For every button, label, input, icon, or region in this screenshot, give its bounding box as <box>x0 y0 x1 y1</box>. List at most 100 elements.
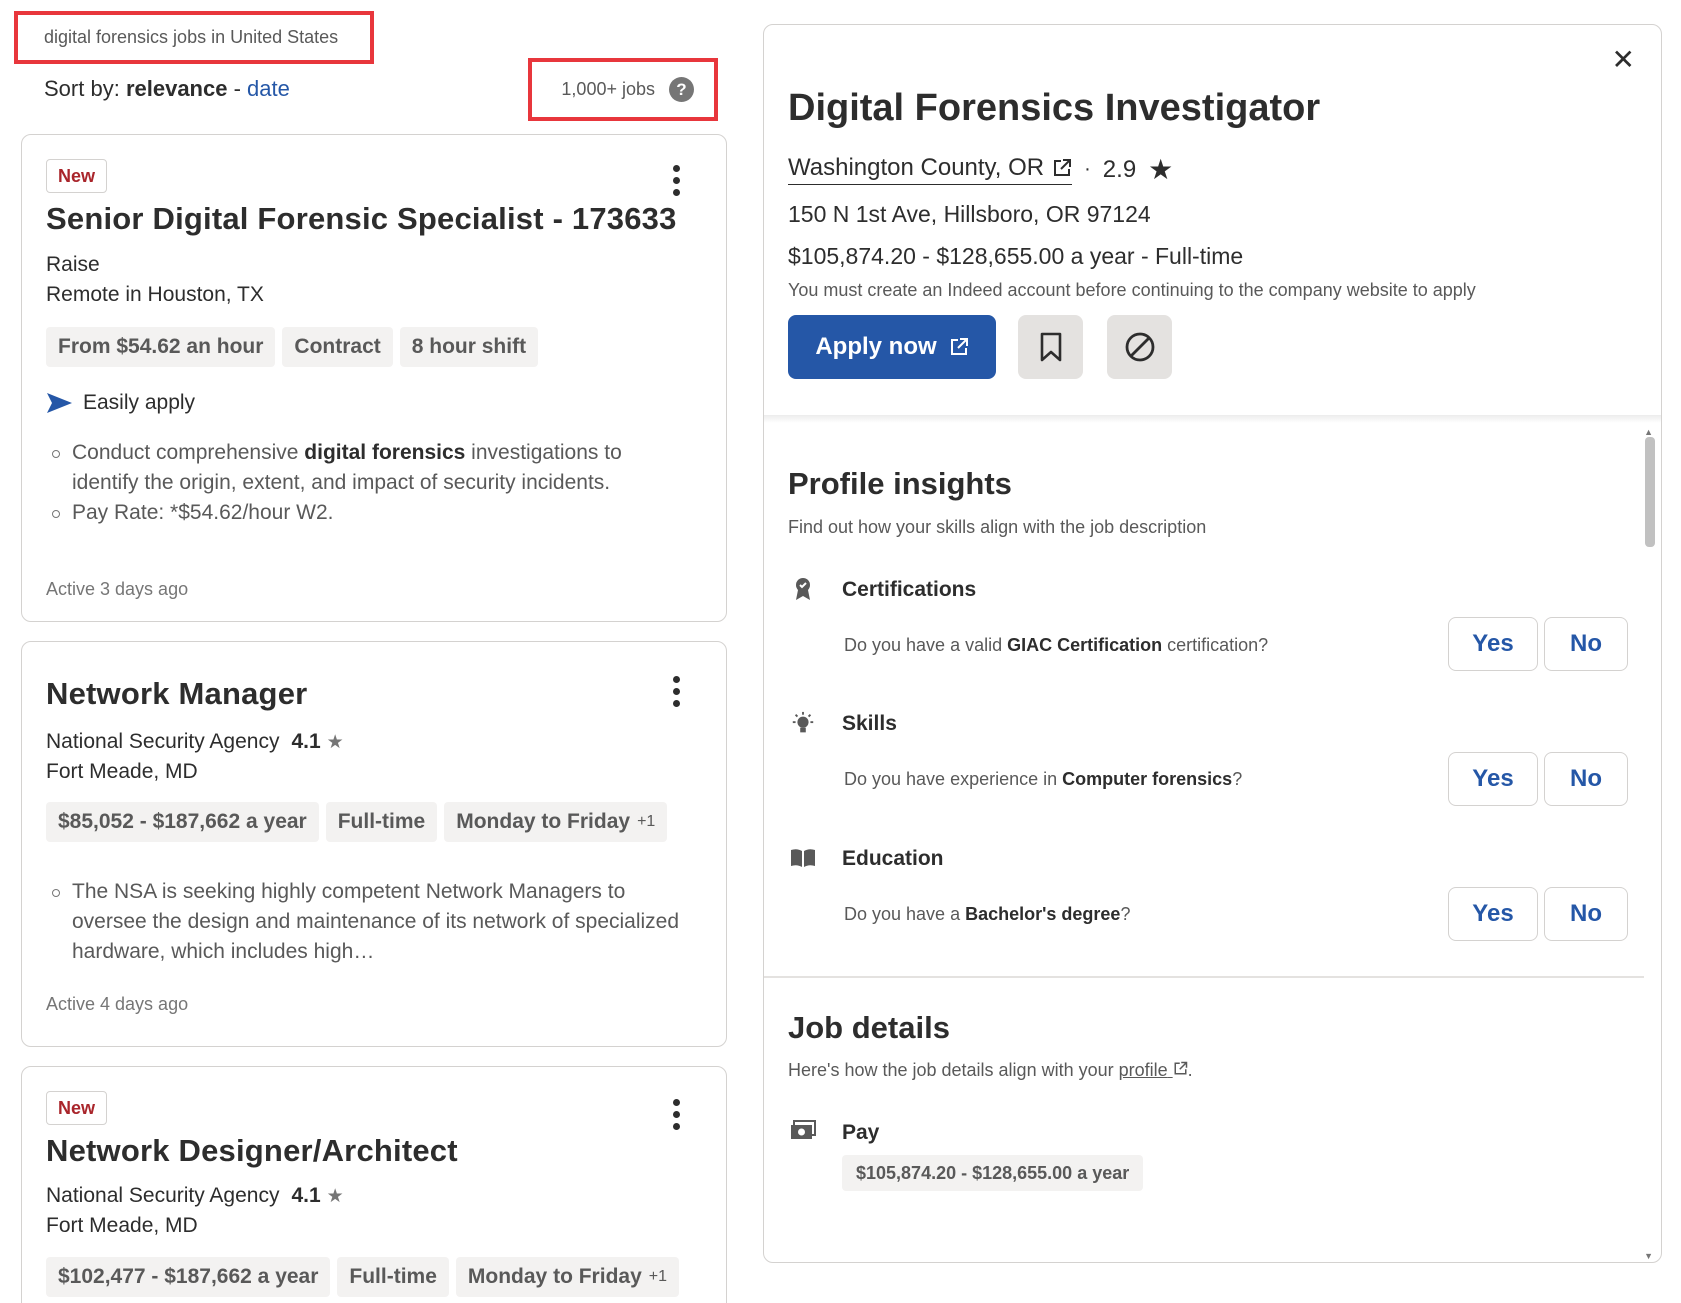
job-location: Fort Meade, MD <box>46 760 198 783</box>
certification-question: Do you have a valid GIAC Certification c… <box>844 635 1269 655</box>
certifications-label: Certifications <box>842 578 977 601</box>
money-icon <box>790 1118 816 1144</box>
certificate-icon <box>790 576 816 602</box>
star-icon: ★ <box>1148 154 1174 185</box>
new-badge: New <box>46 159 108 193</box>
job-location: Fort Meade, MD <box>46 1214 198 1237</box>
company-line: National Security Agency 4.1 ★ <box>46 730 344 754</box>
job-title[interactable]: Network Designer/Architect <box>46 1133 458 1169</box>
job-details-subtitle: Here's how the job details align with yo… <box>788 1060 1193 1080</box>
education-question: Do you have a Bachelor's degree? <box>844 904 1131 924</box>
job-tags: $102,477 - $187,662 a year Full-time Mon… <box>46 1257 680 1297</box>
education-no-button[interactable]: No <box>1544 887 1628 941</box>
job-title[interactable]: Network Manager <box>46 676 307 712</box>
sort-by-date-link[interactable]: date <box>247 76 290 101</box>
job-title[interactable]: Senior Digital Forensic Specialist - 173… <box>46 201 677 237</box>
detail-apply-note: You must create an Indeed account before… <box>788 280 1476 300</box>
pay-value: $105,874.20 - $128,655.00 a year <box>842 1155 1144 1191</box>
job-count: 1,000+ jobs ? <box>528 58 718 121</box>
job-snippet: Conduct comprehensive digital forensics … <box>52 438 692 528</box>
job-card[interactable]: New Network Designer/Architect National … <box>21 1066 727 1303</box>
schedule-tag: Monday to Friday +1 <box>444 802 668 842</box>
education-label: Education <box>842 847 944 870</box>
sort-bar: Sort by: relevance - date <box>44 76 290 102</box>
star-icon: ★ <box>326 1185 344 1207</box>
profile-insights-title: Profile insights <box>788 466 1012 501</box>
skills-label: Skills <box>842 712 897 735</box>
new-badge: New <box>46 1091 108 1125</box>
header-divider <box>764 415 1661 423</box>
company-rating: 4.1 <box>291 1184 321 1207</box>
salary-tag: $85,052 - $187,662 a year <box>46 802 319 842</box>
job-details-title: Job details <box>788 1010 950 1045</box>
close-icon[interactable]: ✕ <box>1612 43 1635 76</box>
profile-link[interactable]: profile <box>1119 1060 1188 1080</box>
pay-label: Pay <box>842 1121 880 1144</box>
scrollbar[interactable] <box>1645 425 1657 1261</box>
active-date: Active 4 days ago <box>46 994 189 1014</box>
skills-question: Do you have experience in Computer foren… <box>844 769 1243 789</box>
scrollbar-thumb[interactable] <box>1645 437 1655 547</box>
active-date: Active 3 days ago <box>46 579 189 599</box>
salary-tag: $102,477 - $187,662 a year <box>46 1257 331 1297</box>
detail-salary: $105,874.20 - $128,655.00 a year - Full-… <box>788 243 1244 269</box>
save-job-button[interactable] <box>1018 315 1083 379</box>
sort-separator: - <box>233 76 241 101</box>
company-name: National Security Agency <box>46 730 280 753</box>
scroll-up-icon[interactable]: ▲ <box>1644 427 1653 437</box>
block-icon <box>1125 332 1154 362</box>
star-icon: ★ <box>326 731 344 753</box>
job-card[interactable]: New Senior Digital Forensic Specialist -… <box>21 134 727 622</box>
profile-insights-subtitle: Find out how your skills align with the … <box>788 517 1207 537</box>
detail-company-link[interactable]: Washington County, OR <box>788 154 1073 185</box>
company-rating: 4.1 <box>291 730 321 753</box>
detail-address: 150 N 1st Ave, Hillsboro, OR 97124 <box>788 201 1151 227</box>
schedule-tag: Monday to Friday +1 <box>455 1257 680 1297</box>
certification-no-button[interactable]: No <box>1544 617 1628 671</box>
sort-prefix: Sort by: <box>44 76 120 101</box>
easily-apply: Easily apply <box>46 391 195 415</box>
detail-rating: 2.9 <box>1102 155 1137 183</box>
more-options-icon[interactable] <box>672 676 680 707</box>
shift-tag: 8 hour shift <box>399 327 539 367</box>
not-interested-button[interactable] <box>1107 315 1172 379</box>
job-tags: $85,052 - $187,662 a year Full-time Mond… <box>46 802 668 842</box>
job-location: Remote in Houston, TX <box>46 283 264 306</box>
job-snippet: The NSA is seeking highly competent Netw… <box>52 877 692 967</box>
apply-now-button[interactable]: Apply now <box>788 315 996 379</box>
company-name: Raise <box>46 253 100 276</box>
certification-yes-button[interactable]: Yes <box>1448 617 1538 671</box>
job-tags: From $54.62 an hour Contract 8 hour shif… <box>46 327 539 367</box>
detail-scroll-area[interactable]: Profile insights Find out how your skill… <box>764 423 1644 1262</box>
help-icon[interactable]: ? <box>669 77 694 102</box>
sort-current: relevance <box>125 76 228 101</box>
search-summary-text: digital forensics jobs in United States <box>44 27 339 47</box>
lightbulb-icon <box>790 711 816 737</box>
snippet-bullet: The NSA is seeking highly competent Netw… <box>52 877 692 967</box>
skills-yes-button[interactable]: Yes <box>1448 752 1538 806</box>
book-icon <box>790 845 816 871</box>
job-type-tag: Full-time <box>325 802 438 842</box>
education-yes-button[interactable]: Yes <box>1448 887 1538 941</box>
job-type-tag: Contract <box>282 327 393 367</box>
rating-separator: · <box>1084 158 1091 180</box>
snippet-bullet: Conduct comprehensive digital forensics … <box>52 438 692 498</box>
skills-no-button[interactable]: No <box>1544 752 1628 806</box>
external-link-icon <box>1174 1061 1187 1075</box>
more-options-icon[interactable] <box>672 1099 680 1130</box>
snippet-bullet: Pay Rate: *$54.62/hour W2. <box>52 498 692 528</box>
section-divider <box>764 976 1644 978</box>
results-column: digital forensics jobs in United States … <box>0 0 745 1303</box>
external-link-icon <box>1054 159 1072 176</box>
external-link-icon <box>950 338 968 355</box>
search-summary: digital forensics jobs in United States <box>14 11 374 64</box>
scroll-down-icon[interactable]: ▼ <box>1644 1251 1653 1261</box>
send-arrow-icon <box>47 393 72 413</box>
job-card[interactable]: Network Manager National Security Agency… <box>21 641 727 1047</box>
job-count-text: 1,000+ jobs <box>561 79 655 99</box>
company-line: National Security Agency 4.1 ★ <box>46 1184 344 1208</box>
job-detail-panel: ✕ Digital Forensics Investigator Washing… <box>763 24 1662 1263</box>
salary-tag: From $54.62 an hour <box>46 327 276 367</box>
easily-apply-label: Easily apply <box>83 391 196 414</box>
more-options-icon[interactable] <box>672 165 680 196</box>
